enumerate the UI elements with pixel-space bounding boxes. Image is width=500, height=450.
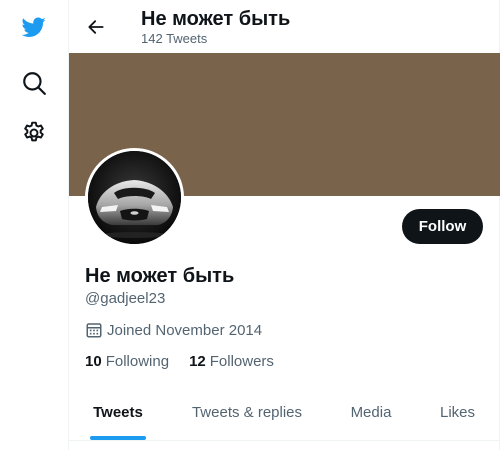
left-nav-rail (0, 0, 69, 450)
twitter-bird-icon[interactable] (19, 12, 49, 42)
follow-stats: 10 Following 12 Followers (85, 351, 294, 371)
settings-gear-icon[interactable] (19, 118, 49, 148)
profile-header-bar: Не может быть 142 Tweets (69, 0, 500, 53)
profile-name: Не может быть (85, 265, 235, 287)
followers-count: 12 (189, 352, 206, 370)
calendar-icon (85, 321, 103, 339)
avatar[interactable] (85, 148, 184, 247)
tab-likes[interactable]: Likes (415, 385, 500, 440)
profile-tabs: Tweets Tweets & replies Media Likes (69, 385, 500, 441)
header-tweet-count: 142 Tweets (141, 31, 208, 46)
following-count: 10 (85, 352, 102, 370)
back-arrow-icon[interactable] (83, 14, 109, 40)
joined-date: Joined November 2014 (85, 320, 262, 340)
header-title: Не может быть (141, 8, 291, 30)
follow-button[interactable]: Follow (402, 209, 483, 244)
followers-link[interactable]: 12 Followers (189, 353, 274, 370)
tab-label: Likes (439, 404, 476, 421)
tab-label: Tweets (93, 404, 143, 421)
profile-column: Не может быть 142 Tweets Follow Не может… (69, 0, 500, 450)
search-icon[interactable] (19, 68, 49, 98)
profile-handle: @gadjeel23 (85, 290, 166, 307)
tab-tweets-and-replies[interactable]: Tweets & replies (167, 385, 327, 440)
tab-label: Media (350, 404, 392, 421)
following-label: Following (105, 352, 170, 370)
tab-tweets[interactable]: Tweets (69, 385, 167, 440)
following-link[interactable]: 10 Following (85, 353, 169, 370)
tab-label: Tweets & replies (191, 404, 303, 421)
tab-media[interactable]: Media (327, 385, 415, 440)
followers-label: Followers (209, 352, 274, 370)
joined-text: Joined November 2014 (107, 321, 263, 339)
active-tab-indicator (90, 436, 146, 440)
